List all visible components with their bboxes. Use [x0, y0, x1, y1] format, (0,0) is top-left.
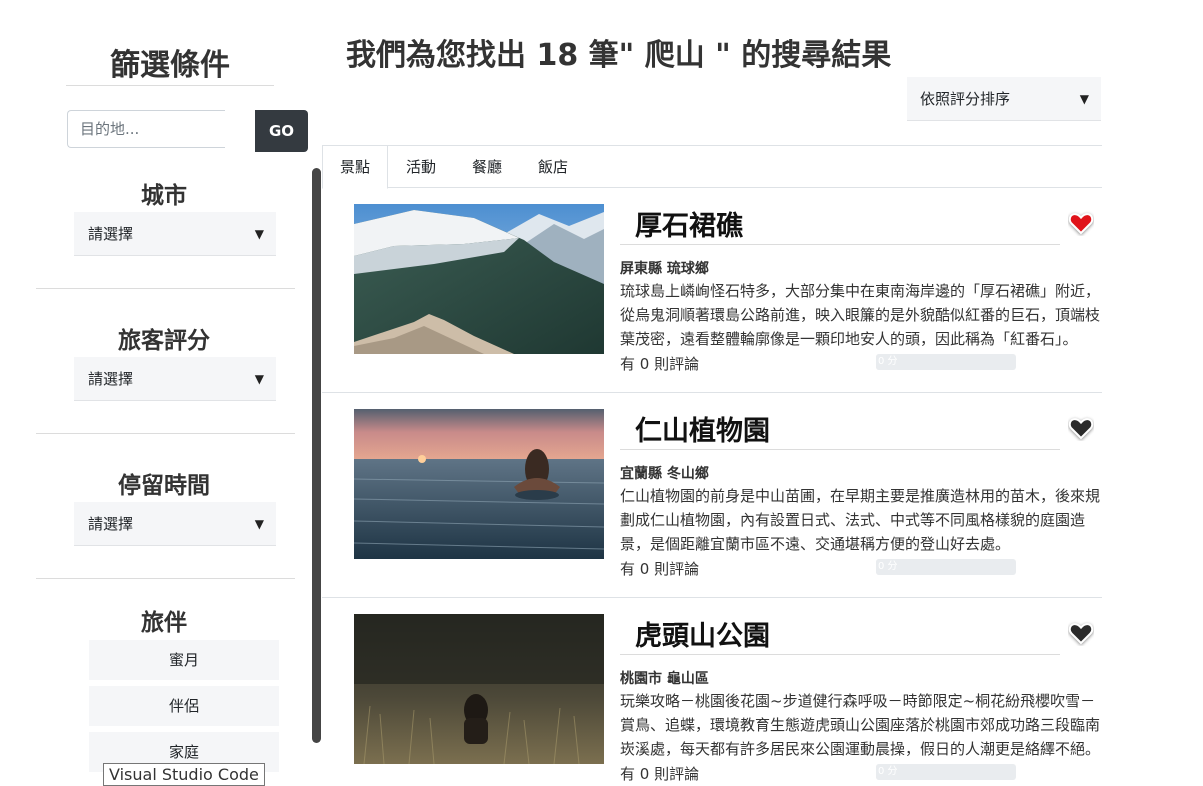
- result-name-divider: [620, 244, 1060, 245]
- search-go-button[interactable]: GO: [255, 110, 308, 152]
- rating-select[interactable]: 請選擇 ▼: [74, 357, 276, 401]
- destination-search: GO: [67, 110, 308, 152]
- sidebar-title: 篩選條件: [110, 48, 230, 83]
- city-filter-title: 城市: [141, 183, 187, 209]
- chevron-down-icon: ▼: [1079, 92, 1089, 106]
- results-scrollbar-thumb[interactable]: [312, 168, 321, 743]
- results-heading: 我們為您找出 18 筆" 爬山 " 的搜尋結果: [346, 38, 892, 73]
- rating-filter-title: 旅客評分: [118, 328, 210, 354]
- filter-sidebar: 篩選條件 GO 城市 請選擇 ▼ 旅客評分 請選擇 ▼ 停留時間 請選擇 ▼ 旅…: [36, 0, 308, 786]
- chevron-down-icon: ▼: [254, 517, 264, 531]
- tab-activities[interactable]: 活動: [388, 146, 454, 189]
- result-card[interactable]: 厚石裙礁 屏東縣 琉球鄉 琉球島上嶙峋怪石特多，大部分集中在東南海岸邊的「厚石裙…: [322, 188, 1102, 393]
- section-divider: [36, 433, 295, 434]
- result-location: 宜蘭縣 冬山鄉: [620, 466, 709, 482]
- result-review-count[interactable]: 有 0 則評論: [620, 353, 699, 374]
- rating-progress-label: 0 分: [876, 354, 898, 370]
- heart-icon[interactable]: [1068, 620, 1094, 646]
- companion-option-honeymoon[interactable]: 蜜月: [89, 640, 279, 680]
- result-name[interactable]: 厚石裙礁: [635, 204, 743, 243]
- destination-search-input[interactable]: [67, 110, 225, 148]
- result-location: 桃園市 龜山區: [620, 671, 709, 687]
- result-description: 琉球島上嶙峋怪石特多，大部分集中在東南海岸邊的「厚石裙礁」附近，從烏鬼洞順著環島…: [620, 282, 1101, 348]
- duration-filter-title: 停留時間: [118, 473, 210, 499]
- tab-hotels[interactable]: 飯店: [520, 146, 586, 189]
- result-image[interactable]: [354, 409, 604, 559]
- chevron-down-icon: ▼: [254, 227, 264, 241]
- heart-icon[interactable]: [1068, 415, 1094, 441]
- result-review-count[interactable]: 有 0 則評論: [620, 763, 699, 784]
- section-divider: [36, 578, 295, 579]
- chevron-down-icon: ▼: [254, 372, 264, 386]
- section-divider: [36, 288, 295, 289]
- rating-progress-bar: 0 分: [876, 354, 1016, 370]
- rating-select-value: 請選擇: [88, 370, 134, 388]
- heart-icon[interactable]: [1068, 210, 1094, 236]
- companion-option-partner[interactable]: 伴侶: [89, 686, 279, 726]
- result-review-count[interactable]: 有 0 則評論: [620, 558, 699, 579]
- result-name[interactable]: 仁山植物園: [635, 409, 770, 448]
- sort-select[interactable]: 依照評分排序 ▼: [907, 77, 1101, 121]
- rating-progress-bar: 0 分: [876, 559, 1016, 575]
- result-card[interactable]: 虎頭山公園 桃園市 龜山區 玩樂攻略－桃園後花園~步道健行森呼吸－時節限定~桐花…: [322, 598, 1102, 786]
- duration-select-value: 請選擇: [88, 515, 134, 533]
- result-name-divider: [620, 449, 1060, 450]
- companion-filter-title: 旅伴: [141, 610, 187, 636]
- result-description: 仁山植物園的前身是中山苗圃，在早期主要是推廣造林用的苗木，後來規劃成仁山植物園，…: [620, 487, 1101, 553]
- result-card[interactable]: 仁山植物園 宜蘭縣 冬山鄉 仁山植物園的前身是中山苗圃，在早期主要是推廣造林用的…: [322, 393, 1102, 598]
- city-select[interactable]: 請選擇 ▼: [74, 212, 276, 256]
- duration-select[interactable]: 請選擇 ▼: [74, 502, 276, 546]
- result-name-divider: [620, 654, 1060, 655]
- tab-attractions[interactable]: 景點: [322, 145, 388, 189]
- result-image[interactable]: [354, 614, 604, 764]
- tab-restaurants[interactable]: 餐廳: [454, 146, 520, 189]
- vscode-tooltip: Visual Studio Code: [103, 763, 265, 786]
- rating-progress-bar: 0 分: [876, 764, 1016, 780]
- city-select-value: 請選擇: [88, 225, 134, 243]
- rating-progress-label: 0 分: [876, 764, 898, 780]
- rating-progress-label: 0 分: [876, 559, 898, 575]
- category-tabs: 景點 活動 餐廳 飯店: [322, 145, 1102, 189]
- sidebar-title-divider: [66, 85, 274, 86]
- sort-select-value: 依照評分排序: [920, 90, 1011, 108]
- result-name[interactable]: 虎頭山公園: [635, 614, 770, 653]
- result-image[interactable]: [354, 204, 604, 354]
- result-description: 玩樂攻略－桃園後花園~步道健行森呼吸－時節限定~桐花紛飛櫻吹雪－賞鳥、追蝶，環境…: [620, 692, 1101, 758]
- result-location: 屏東縣 琉球鄉: [620, 261, 709, 277]
